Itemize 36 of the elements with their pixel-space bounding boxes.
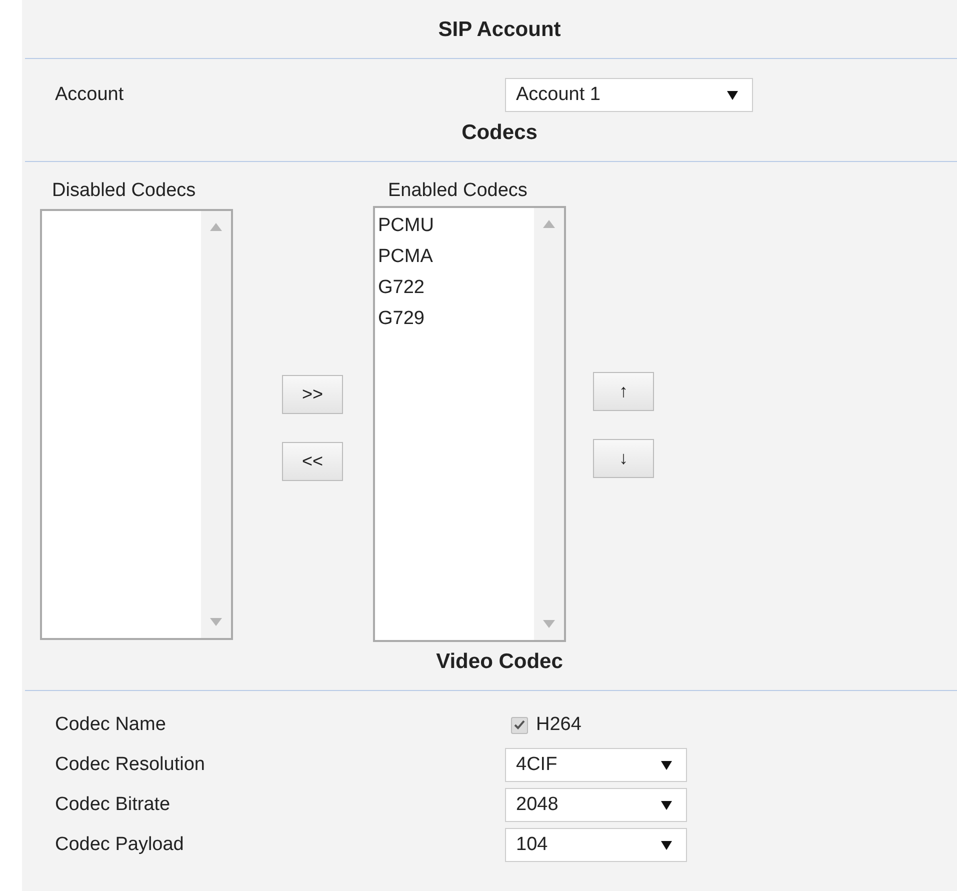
list-label: Disabled Codecs — [51, 180, 197, 203]
codec-listbox[interactable] — [40, 209, 233, 640]
scrollbar[interactable] — [201, 211, 231, 638]
scrollbar[interactable] — [534, 208, 564, 640]
section-title: Video Codec — [435, 650, 564, 675]
dropdown-select[interactable]: 104 — [505, 828, 687, 862]
dropdown-caret-icon — [661, 760, 672, 770]
move-button[interactable]: << — [282, 442, 343, 481]
checkbox-label: H264 — [536, 714, 582, 736]
reorder-button[interactable]: ↓ — [593, 439, 654, 478]
scroll-up-icon[interactable] — [210, 223, 222, 231]
reorder-button[interactable]: ↑ — [593, 372, 654, 411]
scroll-up-icon[interactable] — [543, 220, 555, 228]
dropdown-caret-icon — [661, 800, 672, 810]
checkbox[interactable] — [511, 716, 528, 734]
section-title: Codecs — [460, 121, 538, 146]
field-label: Codec Resolution — [54, 754, 206, 776]
codec-listbox[interactable]: PCMU PCMA G722 G729 — [373, 206, 566, 642]
codec-item[interactable]: PCMA — [378, 241, 531, 272]
section-title: SIP Account — [437, 18, 562, 43]
field-label: Codec Bitrate — [54, 794, 172, 816]
codec-item[interactable]: PCMU — [378, 210, 531, 241]
dropdown-select[interactable]: 2048 — [505, 788, 687, 822]
scroll-down-icon[interactable] — [210, 618, 222, 626]
field-label: Account — [54, 84, 125, 106]
codec-item[interactable]: G729 — [378, 303, 531, 334]
scroll-down-icon[interactable] — [543, 620, 555, 628]
dropdown-caret-icon — [727, 90, 738, 100]
dropdown-select[interactable]: Account 1 — [505, 78, 753, 112]
field-label: Codec Name — [54, 714, 167, 736]
move-button[interactable]: >> — [282, 375, 343, 414]
field-label: Codec Payload — [54, 834, 185, 856]
dropdown-caret-icon — [661, 840, 672, 850]
codec-item[interactable]: G722 — [378, 272, 531, 303]
list-label: Enabled Codecs — [387, 180, 528, 203]
dropdown-select[interactable]: 4CIF — [505, 748, 687, 782]
